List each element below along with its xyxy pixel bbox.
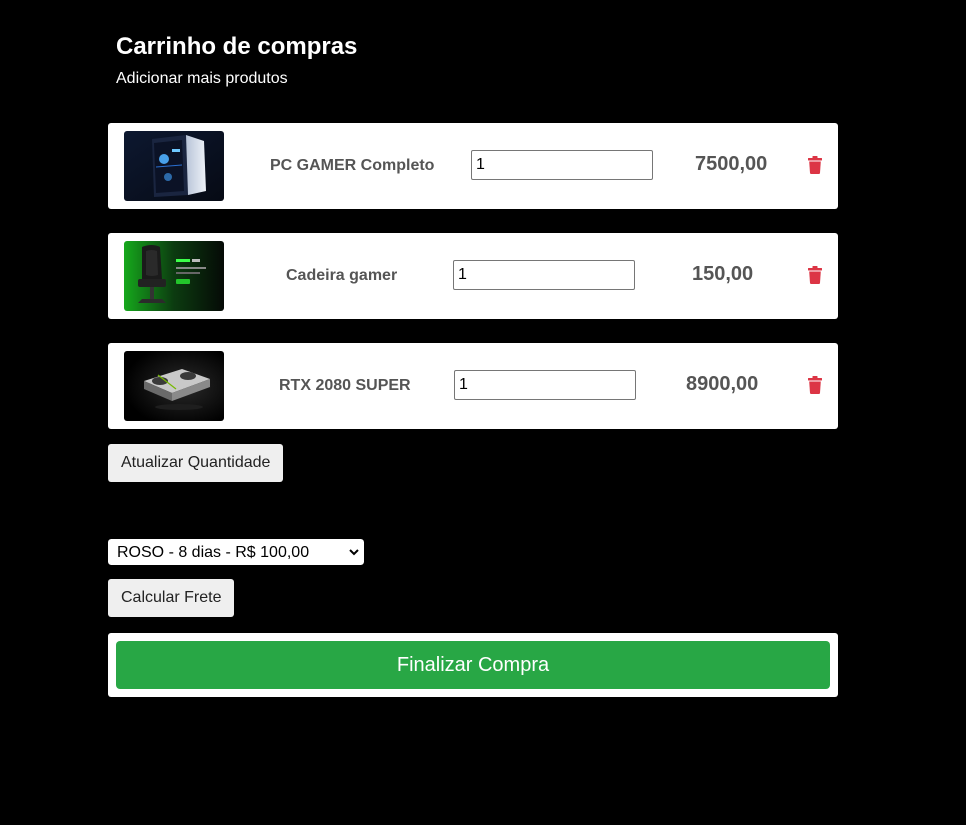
checkout-button[interactable]: Finalizar Compra — [116, 641, 830, 689]
quantity-input[interactable] — [453, 260, 635, 290]
page-title: Carrinho de compras — [116, 33, 358, 60]
cart-page: Carrinho de compras Adicionar mais produ… — [0, 0, 966, 825]
gaming-pc-image — [124, 131, 224, 201]
cart-item: PC GAMER Completo 7500,00 — [108, 123, 838, 209]
trash-icon[interactable] — [808, 266, 822, 284]
shipping-select[interactable]: ROSO - 8 dias - R$ 100,00 — [107, 538, 365, 566]
trash-icon[interactable] — [808, 156, 822, 174]
checkout-panel: Finalizar Compra — [108, 633, 838, 697]
graphics-card-image — [124, 351, 224, 421]
quantity-input[interactable] — [454, 370, 636, 400]
gaming-chair-image — [124, 241, 224, 311]
item-price: 8900,00 — [686, 373, 759, 395]
item-name: PC GAMER Completo — [270, 157, 435, 174]
item-name: Cadeira gamer — [286, 267, 398, 284]
cart-item: Cadeira gamer 150,00 — [108, 233, 838, 319]
update-quantity-button[interactable]: Atualizar Quantidade — [108, 444, 284, 482]
item-price: 150,00 — [692, 263, 754, 285]
calculate-shipping-button[interactable]: Calcular Frete — [108, 579, 235, 617]
cart-item: RTX 2080 SUPER 8900,00 — [108, 343, 838, 429]
trash-icon[interactable] — [808, 376, 822, 394]
quantity-input[interactable] — [471, 150, 653, 180]
item-price: 7500,00 — [695, 153, 768, 175]
add-more-products-link[interactable]: Adicionar mais produtos — [116, 69, 288, 89]
item-name: RTX 2080 SUPER — [279, 377, 411, 394]
